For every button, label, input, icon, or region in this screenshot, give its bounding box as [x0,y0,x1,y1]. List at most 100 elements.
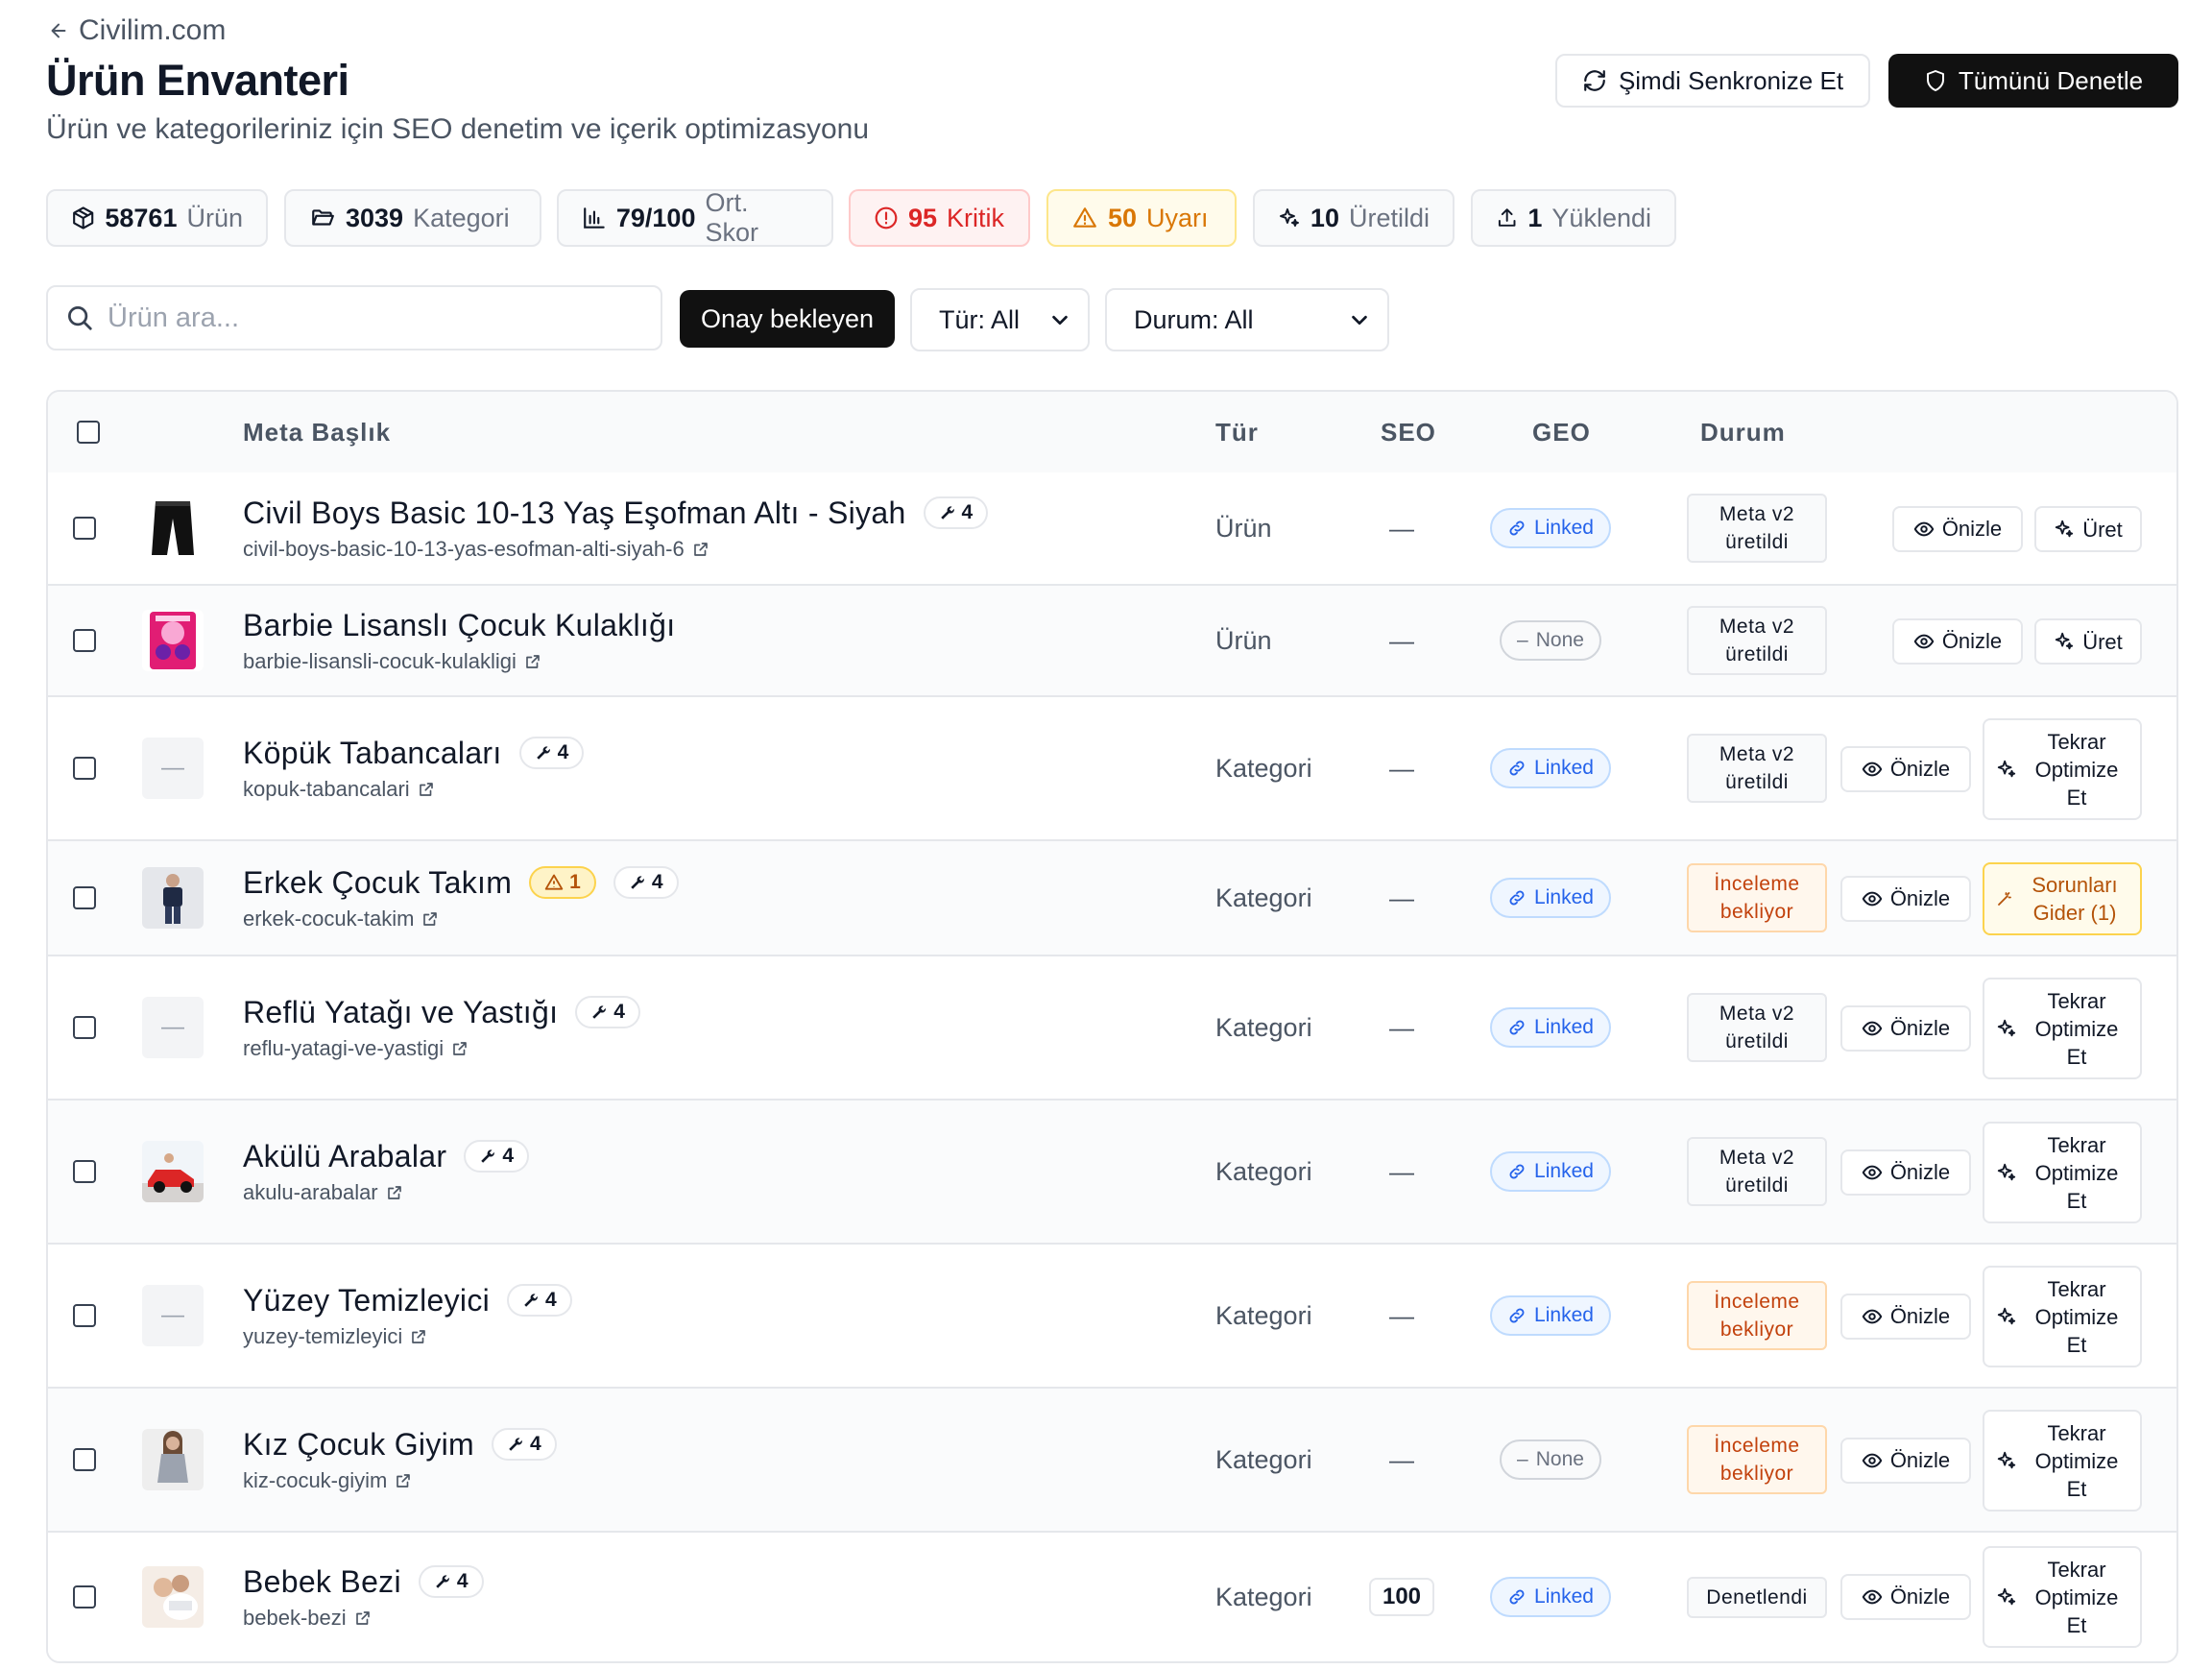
external-link-icon [386,1184,403,1201]
audit-all-button[interactable]: Tümünü Denetle [1888,54,2178,108]
product-title[interactable]: Kız Çocuk Giyim [243,1427,474,1463]
product-slug-link[interactable]: yuzey-temizleyici [243,1324,572,1349]
generate-button[interactable]: Üret [2034,506,2142,552]
wrench-icon [507,1436,524,1453]
reoptimize-button[interactable]: Tekrar Optimize Et [1983,1546,2142,1648]
table-header: Meta Başlık Tür SEO GEO Durum [48,392,2176,474]
wrench-icon [939,504,956,521]
product-title[interactable]: Civil Boys Basic 10-13 Yaş Eşofman Altı … [243,496,906,531]
action-button-label: Sorunları Gider (1) [2032,873,2118,925]
row-checkbox[interactable] [73,757,96,780]
row-checkbox[interactable] [73,1448,96,1471]
product-slug-link[interactable]: civil-boys-basic-10-13-yas-esofman-alti-… [243,537,988,562]
reoptimize-button[interactable]: Tekrar Optimize Et [1983,1410,2142,1512]
fix-count-badge[interactable]: 4 [575,996,640,1028]
back-link[interactable]: Civilim.com [48,12,226,50]
product-slug-link[interactable]: kopuk-tabancalari [243,777,584,802]
product-slug-link[interactable]: bebek-bezi [243,1606,484,1631]
stat-critical[interactable]: 95 Kritik [849,189,1030,247]
pending-approval-button[interactable]: Onay bekleyen [680,290,895,348]
fix-issues-button[interactable]: Sorunları Gider (1) [1983,862,2142,935]
row-checkbox[interactable] [73,1016,96,1039]
header-type: Tür [1215,417,1259,447]
product-slug-link[interactable]: kiz-cocuk-giyim [243,1468,557,1493]
stat-generated-label: Üretildi [1348,203,1430,232]
arrow-left-icon [51,23,66,38]
preview-button[interactable]: Önizle [1892,506,2023,552]
preview-button[interactable]: Önizle [1840,876,1971,922]
fix-count-badge[interactable]: 4 [491,1428,557,1461]
product-slug-link[interactable]: barbie-lisansli-cocuk-kulakligi [243,649,675,674]
product-slug: erkek-cocuk-takim [243,906,415,931]
fix-count-badge[interactable]: 4 [507,1284,572,1317]
row-checkbox[interactable] [73,517,96,540]
geo-linked-badge: Linked [1490,508,1611,548]
product-title[interactable]: Köpük Tabancaları [243,736,502,771]
stat-avg-score: 79/100 Ort. Skor [557,188,833,247]
stat-uploaded[interactable]: 1 Yüklendi [1471,189,1676,247]
preview-button[interactable]: Önizle [1840,1294,1971,1340]
preview-button[interactable]: Önizle [1892,618,2023,665]
header-geo: GEO [1532,417,1591,447]
reoptimize-button[interactable]: Tekrar Optimize Et [1983,978,2142,1079]
wrench-icon [522,1292,540,1309]
row-checkbox[interactable] [73,1160,96,1183]
generate-button[interactable]: Üret [2034,618,2142,665]
chevron-down-icon [1352,315,1367,326]
product-title[interactable]: Barbie Lisanslı Çocuk Kulaklığı [243,608,675,643]
geo-status: None [1535,1448,1584,1470]
external-link-icon [692,541,709,558]
sparkles-icon [1996,759,2017,780]
product-slug: civil-boys-basic-10-13-yas-esofman-alti-… [243,536,685,561]
fix-count-badge[interactable]: 4 [613,866,679,899]
fix-count-badge[interactable]: 4 [518,737,585,769]
row-checkbox[interactable] [73,886,96,909]
product-title[interactable]: Yüzey Temizleyici [243,1283,490,1318]
status-badge: Meta v2 üretildi [1687,1137,1827,1206]
sync-button[interactable]: Şimdi Senkronize Et [1555,54,1870,108]
fix-count: 4 [456,1570,469,1592]
type-select[interactable]: Tür: All [910,288,1090,351]
preview-button[interactable]: Önizle [1840,1149,1971,1196]
geo-status: Linked [1534,757,1594,779]
audit-all-button-label: Tümünü Denetle [1958,65,2144,95]
product-slug-link[interactable]: akulu-arabalar [243,1180,529,1205]
stat-warning[interactable]: 50 Uyarı [1046,189,1237,247]
reoptimize-button[interactable]: Tekrar Optimize Et [1983,1122,2142,1223]
preview-button-label: Önizle [1889,1016,1951,1040]
fix-count: 4 [529,1433,541,1455]
stat-critical-label: Kritik [947,203,1005,232]
status-select[interactable]: Durum: All [1105,288,1389,351]
preview-button-label: Önizle [1889,886,1951,910]
seo-score: — [1389,1444,1414,1474]
preview-button-label: Önizle [1889,1160,1951,1184]
alert-circle-icon [875,206,898,230]
preview-button[interactable]: Önizle [1840,1574,1971,1620]
fix-count-badge[interactable]: 4 [464,1140,530,1173]
row-checkbox[interactable] [73,629,96,652]
item-type: Ürün [1215,625,1272,655]
product-title[interactable]: Reflü Yatağı ve Yastığı [243,995,558,1030]
preview-button[interactable]: Önizle [1840,746,1971,792]
product-title[interactable]: Bebek Bezi [243,1564,401,1600]
stat-generated[interactable]: 10 Üretildi [1253,189,1455,247]
product-title[interactable]: Erkek Çocuk Takım [243,865,512,901]
product-thumbnail [142,1429,204,1490]
product-title[interactable]: Akülü Arabalar [243,1139,446,1174]
row-checkbox[interactable] [73,1304,96,1327]
item-type: Kategori [1215,1444,1312,1474]
product-slug-link[interactable]: erkek-cocuk-takim [243,907,679,931]
reoptimize-button[interactable]: Tekrar Optimize Et [1983,718,2142,820]
fix-count-badge[interactable]: 4 [923,496,989,529]
product-slug-link[interactable]: reflu-yatagi-ve-yastigi [243,1036,640,1061]
search-input[interactable] [106,301,628,335]
seo-score: — [1389,1156,1414,1186]
row-checkbox[interactable] [73,1585,96,1609]
select-all-checkbox[interactable] [77,421,100,444]
reoptimize-button[interactable]: Tekrar Optimize Et [1983,1266,2142,1367]
preview-button-label: Önizle [1889,757,1951,781]
fix-count-badge[interactable]: 4 [418,1565,484,1598]
preview-button[interactable]: Önizle [1840,1438,1971,1484]
warning-count-badge[interactable]: 1 [529,866,596,899]
preview-button[interactable]: Önizle [1840,1005,1971,1052]
